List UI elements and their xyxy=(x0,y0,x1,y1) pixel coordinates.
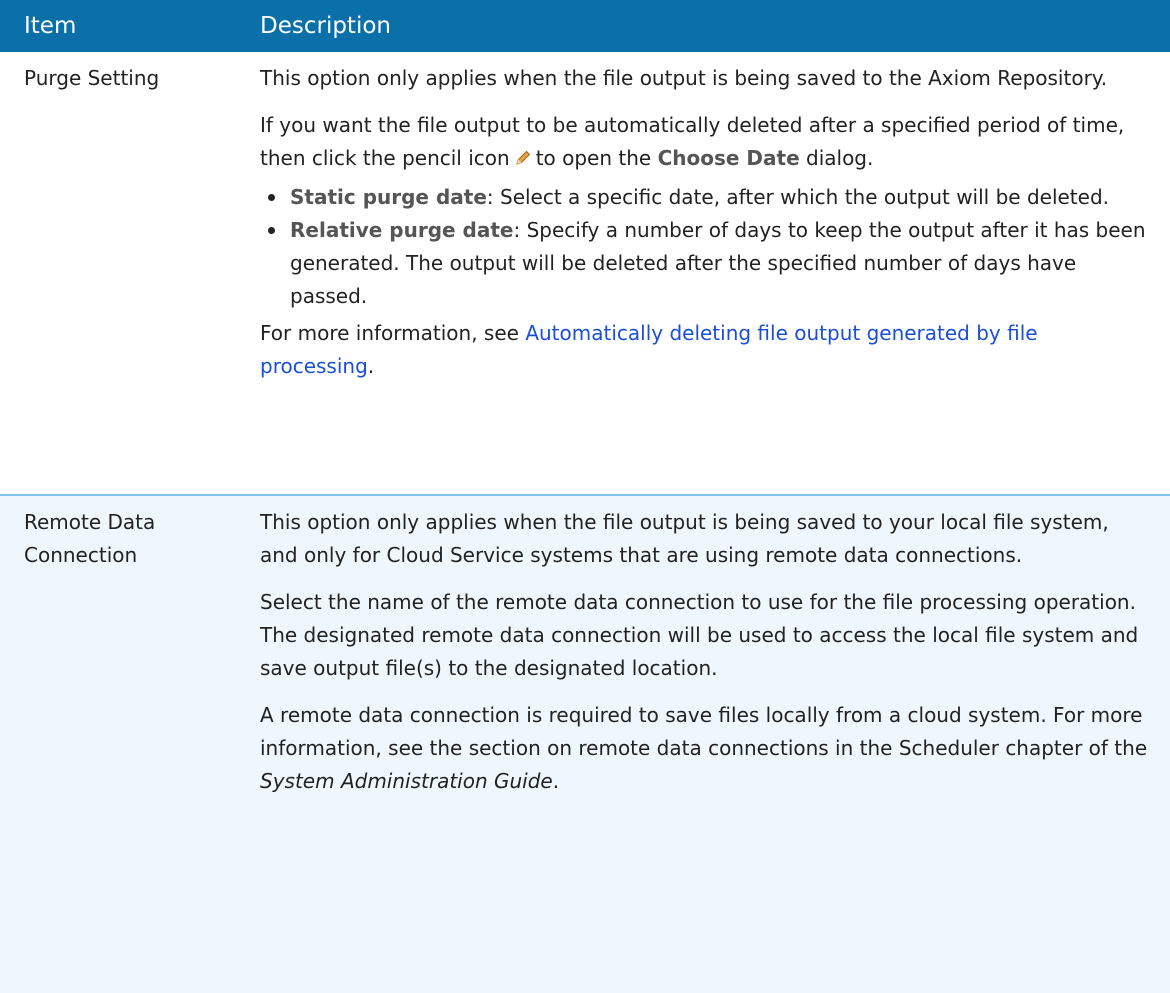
table-header: Item Description xyxy=(0,0,1170,52)
purge-para-1: This option only applies when the file o… xyxy=(260,66,1108,90)
purge-para-3: For more information, see Automatically … xyxy=(260,317,1152,383)
header-item: Item xyxy=(24,13,77,39)
static-purge-label: Static purge date xyxy=(290,185,487,209)
remote-para-3-before: A remote data connection is required to … xyxy=(260,703,1148,760)
table-row: Remote Data Connection This option only … xyxy=(0,496,1170,993)
row-item-purge-setting: Purge Setting xyxy=(24,66,160,90)
purge-options-list: Static purge date: Select a specific dat… xyxy=(260,181,1152,313)
pencil-icon xyxy=(514,144,532,177)
bullet-icon xyxy=(268,194,275,201)
purge-para-2-after: dialog. xyxy=(806,146,874,170)
list-item: Relative purge date: Specify a number of… xyxy=(260,214,1152,313)
remote-para-3-after: . xyxy=(552,769,560,793)
row-description: This option only applies when the file o… xyxy=(260,496,1170,993)
remote-para-3: A remote data connection is required to … xyxy=(260,699,1152,798)
static-purge-text: : Select a specific date, after which th… xyxy=(486,185,1110,209)
purge-para-2-middle: to open the xyxy=(535,146,652,170)
header-description: Description xyxy=(260,13,391,39)
row-item-remote-data-connection: Remote Data Connection xyxy=(24,510,156,567)
bullet-icon xyxy=(268,227,275,234)
choose-date-label: Choose Date xyxy=(657,146,800,170)
relative-purge-label: Relative purge date xyxy=(290,218,514,242)
admin-guide-title: System Administration Guide xyxy=(260,769,553,793)
row-description: This option only applies when the file o… xyxy=(260,52,1170,494)
remote-para-1: This option only applies when the file o… xyxy=(260,510,1109,567)
table-row: Purge Setting This option only applies w… xyxy=(0,52,1170,496)
list-item: Static purge date: Select a specific dat… xyxy=(260,181,1152,214)
purge-para-3-after: . xyxy=(367,354,375,378)
purge-para-3-before: For more information, see xyxy=(260,321,519,345)
settings-table: Item Description Purge Setting This opti… xyxy=(0,0,1170,993)
purge-para-2: If you want the file output to be automa… xyxy=(260,109,1152,177)
remote-para-2: Select the name of the remote data conne… xyxy=(260,590,1139,680)
